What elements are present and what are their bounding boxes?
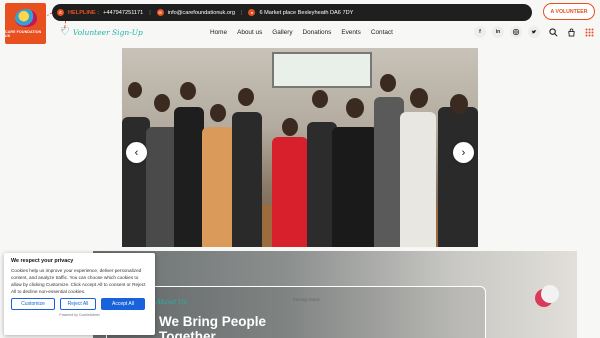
balloon-decoration: [541, 285, 559, 303]
volunteer-signup-link[interactable]: ♡ Volunteer Sign-Up: [60, 27, 143, 38]
cookie-buttons: Customize Reject All Accept All: [11, 298, 148, 310]
main-nav: Home About us Gallery Donations Events C…: [210, 29, 393, 36]
helpline-label: HELPLINE :: [68, 9, 100, 16]
about-kicker: About Us: [156, 298, 187, 306]
logo-caption: CARE FOUNDATION UK: [5, 30, 42, 38]
social-links: f in: [474, 26, 540, 38]
about-headline-line1: We Bring People: [159, 314, 267, 329]
about-headline-line2: Together: [159, 329, 216, 338]
email-link[interactable]: info@carefoundationuk.org: [168, 10, 235, 16]
photo-head: [128, 82, 142, 98]
photo-window: [272, 52, 372, 88]
twitter-icon[interactable]: [528, 26, 540, 38]
nav-item-donations[interactable]: Donations: [303, 29, 332, 36]
email-icon: ✉: [156, 9, 164, 16]
photo-head: [410, 88, 428, 108]
photo-person: [400, 112, 436, 247]
accept-all-button[interactable]: Accept All: [101, 298, 145, 310]
about-card-title: Coming Home: [293, 297, 320, 302]
divider: |: [149, 9, 151, 16]
cart-icon[interactable]: [566, 27, 576, 37]
photo-person: [202, 127, 234, 247]
facebook-icon[interactable]: f: [474, 26, 486, 38]
cookie-title: We respect your privacy: [11, 258, 74, 264]
nav-item-contact[interactable]: Contact: [371, 29, 393, 36]
heart-icon: ♡: [60, 26, 70, 38]
photo-person: [232, 112, 262, 247]
phone-icon: ✆: [57, 9, 64, 16]
photo-head: [180, 82, 196, 100]
slider-prev-button[interactable]: ‹: [126, 142, 147, 163]
photo-head: [238, 88, 254, 106]
photo-head: [210, 104, 226, 122]
location-icon: ●: [248, 9, 256, 16]
slider-next-button[interactable]: ›: [453, 142, 474, 163]
cookie-consent-banner: We respect your privacy Cookies help us …: [4, 253, 155, 335]
photo-head: [282, 118, 298, 136]
about-section: Coming Home About Us We Bring People Tog…: [93, 251, 577, 338]
nav-item-events[interactable]: Events: [341, 29, 361, 36]
grid-menu-icon[interactable]: [584, 27, 594, 37]
customize-button[interactable]: Customize: [11, 298, 55, 310]
address-text: 6 Market place Bexleyheath DA6 7DY: [259, 9, 354, 16]
about-headline: We Bring People Together: [159, 314, 359, 338]
cookie-powered-by: Powered by CookieAdmin: [59, 313, 100, 317]
divider: |: [240, 9, 243, 16]
linkedin-icon[interactable]: in: [492, 26, 504, 38]
cookie-body: Cookies help us improve your experience,…: [11, 268, 146, 294]
photo-head: [450, 94, 468, 114]
header-tools: [548, 27, 594, 37]
volunteer-signup-label: Volunteer Sign-Up: [72, 28, 143, 37]
photo-head: [312, 90, 328, 108]
reject-all-button[interactable]: Reject All: [60, 298, 96, 310]
photo-head: [346, 98, 364, 118]
top-info-bar: ✆ HELPLINE : +447947251171 | ✉ info@care…: [52, 4, 532, 21]
nav-item-home[interactable]: Home: [210, 29, 227, 36]
search-icon[interactable]: [548, 27, 558, 37]
nav-item-about[interactable]: About us: [237, 29, 262, 36]
photo-head: [380, 74, 396, 92]
nav-item-gallery[interactable]: Gallery: [272, 29, 292, 36]
photo-person: [174, 107, 204, 247]
photo-person: [272, 137, 308, 247]
photo-head: [154, 94, 170, 112]
photo-person: [332, 127, 378, 247]
helpline-number[interactable]: +447947251171: [103, 10, 143, 16]
photo-person: [438, 107, 478, 247]
hero-slider[interactable]: ‹ ›: [122, 48, 478, 247]
site-logo[interactable]: CARE FOUNDATION UK: [5, 3, 46, 44]
become-volunteer-button[interactable]: A VOLUNTEER: [543, 3, 595, 20]
logo-mark-icon: [14, 9, 37, 27]
instagram-icon[interactable]: [510, 26, 522, 38]
